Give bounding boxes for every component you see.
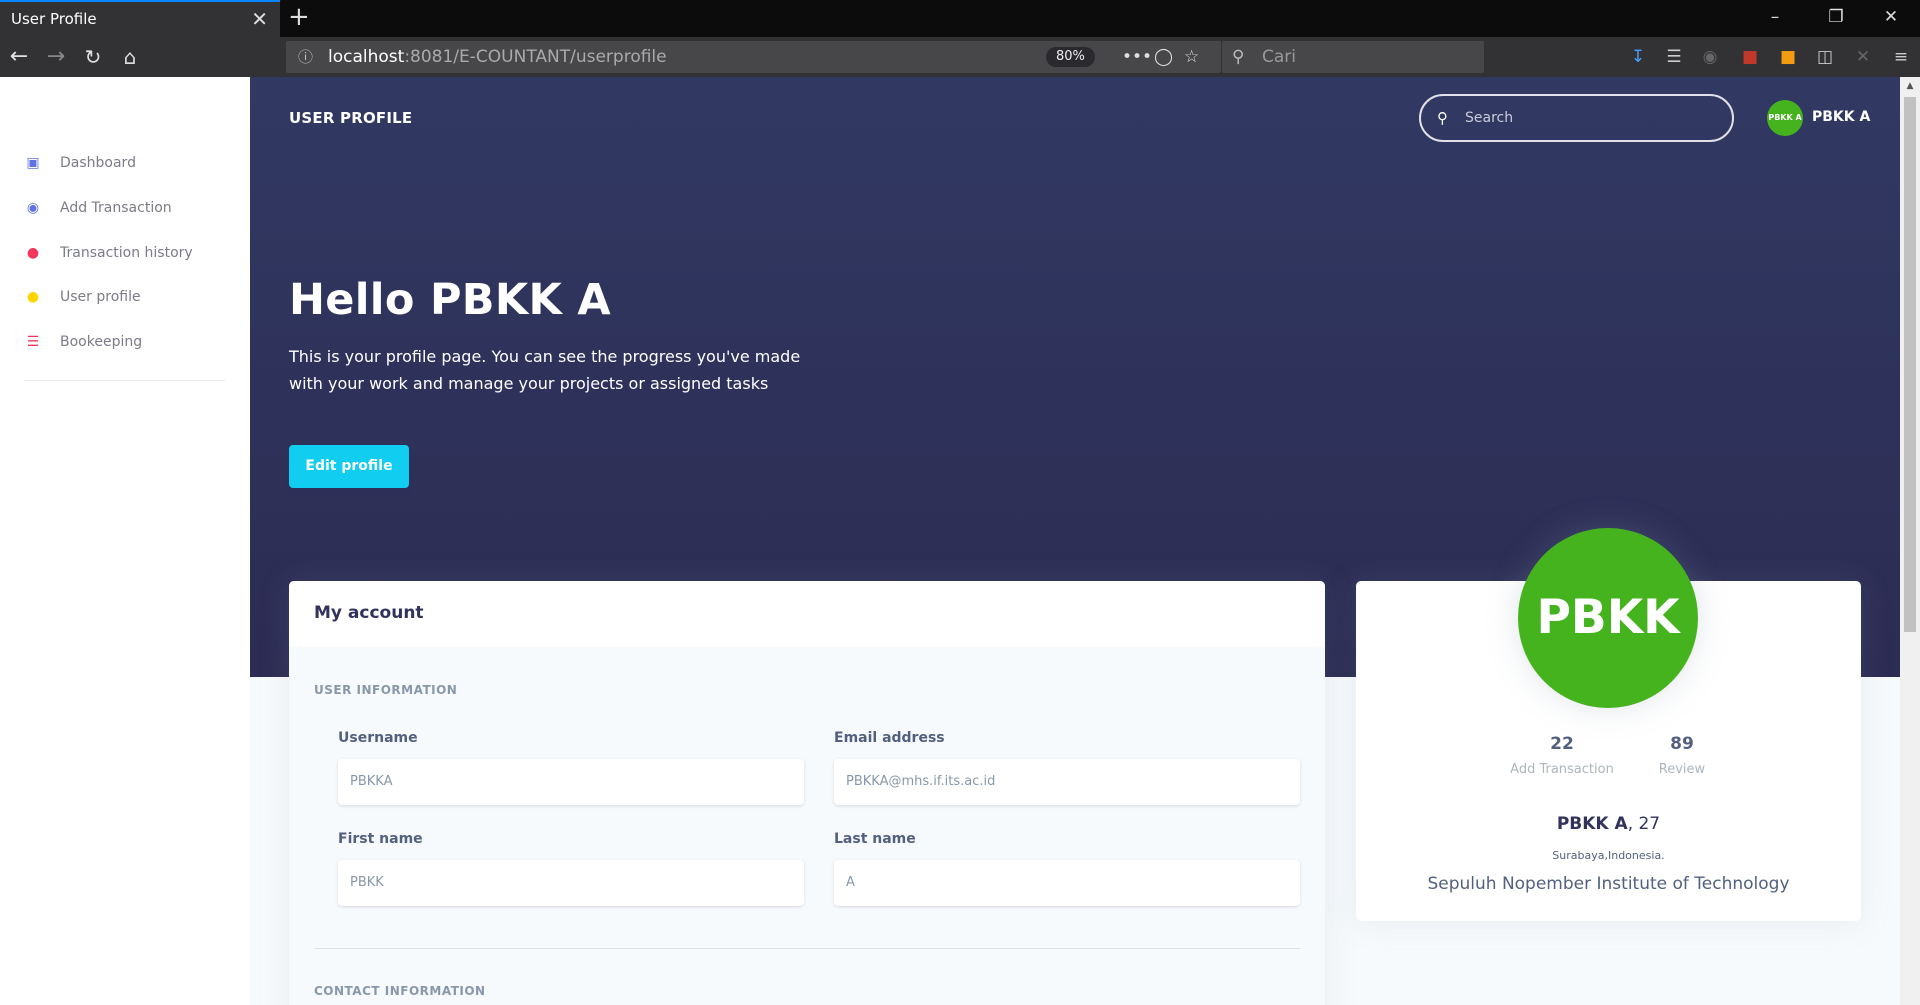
sidebar-item-bookeeping[interactable]: ☰ Bookeeping (22, 331, 142, 353)
sidebar-item-transaction-history[interactable]: ● Transaction history (22, 242, 193, 264)
scrollbar-thumb[interactable] (1904, 97, 1916, 632)
reload-icon[interactable]: ↻ (76, 37, 110, 77)
account-title: My account (314, 603, 424, 623)
page-actions-icon[interactable]: ••• (1122, 41, 1152, 73)
tab-title: User Profile (11, 10, 97, 28)
account-card-header: My account (289, 581, 1325, 647)
email-field[interactable]: PBKKA@mhs.if.its.ac.id (834, 759, 1300, 805)
monitor-icon: ▣ (26, 155, 40, 171)
stat-review-value: 89 (1670, 734, 1694, 754)
profile-location: Surabaya,Indonesia. (1552, 849, 1665, 862)
page-scrollbar[interactable]: ▲ (1900, 77, 1920, 1005)
section-divider (314, 948, 1300, 949)
extension-icon[interactable]: ◉ (1697, 37, 1723, 77)
intro-text: This is your profile page. You can see t… (289, 347, 801, 393)
url-host: localhost (328, 47, 405, 67)
planet-icon: ◉ (26, 200, 40, 216)
profile-institution: Sepuluh Nopember Institute of Technology (1427, 874, 1790, 894)
profile-avatar: PBKK A (1518, 528, 1698, 825)
sidebar-item-label: Transaction history (60, 245, 193, 261)
search-placeholder: Search (1465, 110, 1514, 126)
new-tab-button[interactable]: + (288, 0, 310, 37)
username-field[interactable]: PBKKA (338, 759, 804, 805)
sidebar-item-dashboard[interactable]: ▣ Dashboard (22, 152, 136, 174)
hamburger-menu-icon[interactable]: ≡ (1888, 37, 1914, 77)
sidebar-item-add-transaction[interactable]: ◉ Add Transaction (22, 197, 172, 219)
user-information-heading: USER INFORMATION (314, 683, 458, 697)
extension-x-icon[interactable]: ✕ (1850, 37, 1876, 77)
pin-icon: ● (26, 245, 40, 261)
first-name-label: First name (338, 831, 423, 847)
stat-review-label: Review (1658, 762, 1706, 777)
downloads-icon[interactable]: ↧ (1625, 37, 1651, 77)
avatar[interactable]: PBKK A (1767, 100, 1803, 136)
url-text: localhost:8081/E-COUNTANT/userprofile (328, 41, 667, 73)
profile-age: , 27 (1627, 814, 1661, 834)
account-card: My account USER INFORMATION Username PBK… (289, 581, 1325, 1005)
extension-k-icon[interactable]: ■ (1775, 37, 1801, 77)
sidebar-item-label: User profile (60, 289, 141, 305)
search-icon: ⚲ (1437, 109, 1448, 127)
stat-add-transaction-value: 22 (1550, 734, 1574, 754)
sidebar-divider (24, 380, 225, 381)
bookmark-star-icon[interactable]: ☆ (1184, 41, 1199, 73)
search-icon: ⚲ (1232, 47, 1245, 67)
contact-information-heading: CONTACT INFORMATION (314, 984, 486, 998)
email-label: Email address (834, 730, 945, 746)
list-icon: ☰ (26, 334, 40, 350)
browser-tab-strip: User Profile ✕ + – ❐ ✕ (0, 0, 1920, 37)
main-content: USER PROFILE ⚲ Search PBKK A PBKK A Hell… (250, 77, 1900, 1005)
first-name-field[interactable]: PBKK (338, 860, 804, 906)
library-icon[interactable]: ☰ (1661, 37, 1687, 77)
window-close-icon[interactable]: ✕ (1868, 0, 1914, 37)
url-path: :8081/E-COUNTANT/userprofile (404, 47, 667, 67)
restore-icon[interactable]: ❐ (1813, 0, 1859, 37)
sidebar: ▣ Dashboard ◉ Add Transaction ● Transact… (0, 77, 250, 1005)
pocket-icon[interactable]: ◯ (1154, 41, 1173, 73)
sidebar-item-user-profile[interactable]: ● User profile (22, 286, 141, 308)
user-name[interactable]: PBKK A (1812, 109, 1870, 125)
minimize-icon[interactable]: – (1752, 0, 1798, 37)
address-bar[interactable]: ⓘ localhost:8081/E-COUNTANT/userprofile … (286, 41, 1221, 73)
search-input[interactable]: ⚲ Search (1419, 94, 1734, 142)
back-icon[interactable]: ← (2, 37, 36, 77)
user-icon: ● (26, 289, 40, 305)
last-name-field[interactable]: A (834, 860, 1300, 906)
site-info-icon[interactable]: ⓘ (298, 41, 313, 73)
page-title: USER PROFILE (289, 109, 413, 127)
home-icon[interactable]: ⌂ (113, 37, 147, 77)
browser-toolbar: ← → ↻ ⌂ ⓘ localhost:8081/E-COUNTANT/user… (0, 37, 1920, 77)
browser-search-field[interactable]: ⚲ Cari (1222, 41, 1484, 73)
scroll-up-arrow-icon[interactable]: ▲ (1900, 77, 1920, 95)
browser-tab[interactable]: User Profile ✕ (0, 0, 280, 37)
profile-name: PBKK A, 27 (1356, 814, 1861, 834)
sidebar-item-label: Add Transaction (60, 200, 172, 216)
extension-p-icon[interactable]: ■ (1737, 37, 1763, 77)
sidebar-item-label: Dashboard (60, 155, 136, 171)
zoom-indicator[interactable]: 80% (1046, 47, 1095, 67)
greeting-heading: Hello PBKK A (289, 275, 611, 325)
profile-name-text: PBKK A (1556, 814, 1628, 834)
sidebar-toggle-icon[interactable]: ◫ (1812, 37, 1838, 77)
edit-profile-button[interactable]: Edit profile (289, 445, 409, 488)
page-viewport: ▣ Dashboard ◉ Add Transaction ● Transact… (0, 77, 1900, 1005)
username-label: Username (338, 730, 418, 746)
tab-close-icon[interactable]: ✕ (251, 2, 268, 37)
last-name-label: Last name (834, 831, 916, 847)
forward-icon[interactable]: → (39, 37, 73, 77)
sidebar-item-label: Bookeeping (60, 334, 143, 350)
browser-search-placeholder: Cari (1262, 47, 1296, 67)
